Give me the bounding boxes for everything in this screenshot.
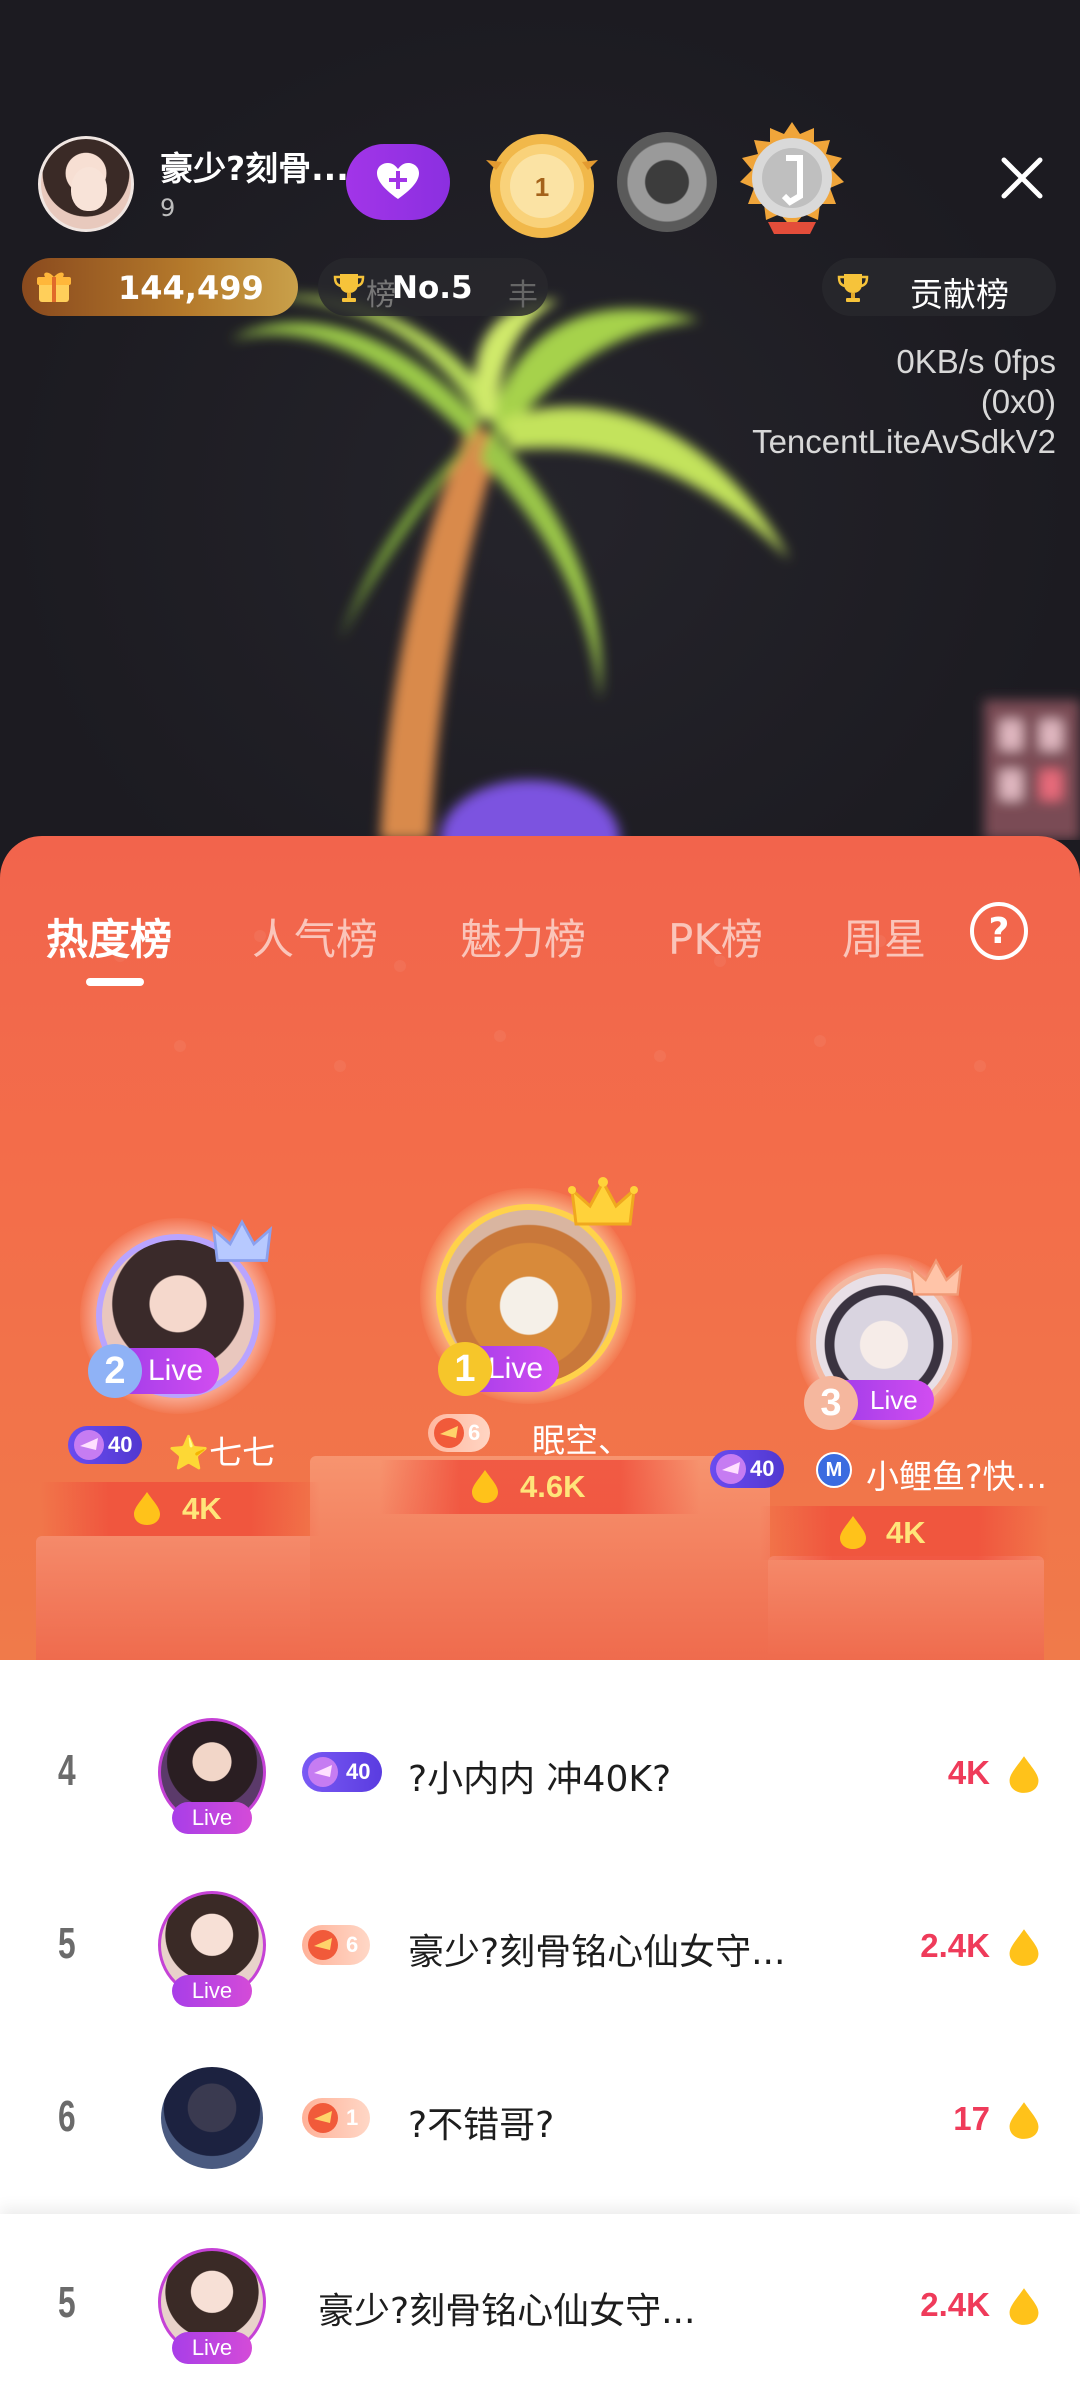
level-gem-icon (308, 1930, 338, 1960)
level-value: 1 (346, 2105, 359, 2130)
my-username: 豪少?刻骨铭心仙女守... (318, 2291, 696, 2332)
podium-second (36, 1536, 326, 1660)
level-badge: 6 (302, 1925, 371, 1965)
gold-medal-icon[interactable]: 1 (482, 130, 602, 242)
close-icon[interactable] (992, 148, 1052, 208)
second-level-badge: 40 (68, 1426, 143, 1464)
flame-drop-icon (1009, 1929, 1039, 1966)
second-rank-number: 2 (88, 1344, 142, 1398)
list-item[interactable]: 5 Live 6 豪少?刻骨铭心仙女守... 2.4K (0, 1867, 1080, 2040)
gift-total-count: 144,499 (118, 269, 264, 307)
debug-sdk: TencentLiteAvSdkV2 (752, 423, 1056, 460)
host-name[interactable]: 豪少?刻骨... (160, 142, 349, 190)
list-score: 2.4K (920, 1927, 990, 1964)
silver-crest-icon[interactable] (730, 118, 854, 242)
gold-crown-icon (568, 1177, 638, 1226)
list-username: ?不错哥? (408, 2105, 555, 2146)
third-rank-number: 3 (804, 1376, 858, 1430)
tab-charm-rank[interactable]: 魅力榜 (460, 906, 586, 967)
gift-icon (37, 272, 71, 302)
debug-resolution: (0x0) (980, 383, 1056, 420)
third-score: 4K (886, 1515, 926, 1550)
silver-crown-icon (211, 1219, 273, 1262)
my-rank-row[interactable]: 5 Live 豪少?刻骨铭心仙女守... 2.4K (0, 2214, 1080, 2400)
third-level-value: 40 (750, 1456, 775, 1481)
level-value: 40 (346, 1759, 371, 1784)
level-value: 6 (346, 1932, 359, 1957)
tab-heat-rank[interactable]: 热度榜 (46, 906, 172, 967)
level-gem-icon (308, 1757, 338, 1787)
flame-drop-icon (1009, 2288, 1039, 2325)
second-score-band (40, 1482, 320, 1536)
first-rank-number: 1 (438, 1342, 492, 1396)
follow-button[interactable] (346, 144, 450, 220)
flame-drop-icon (472, 1470, 498, 1503)
tab-pk-rank[interactable]: PK榜 (668, 906, 763, 967)
live-tag: Live (172, 1975, 252, 2007)
avatar[interactable] (158, 2064, 266, 2172)
gold-medal-number: 1 (535, 172, 549, 202)
flame-drop-icon (840, 1516, 866, 1549)
first-username: 眠空、 (532, 1421, 631, 1460)
host-avatar[interactable] (38, 136, 134, 232)
list-rank-number: 6 (58, 2092, 76, 2141)
list-score: 17 (953, 2100, 990, 2137)
active-tab-indicator (86, 978, 144, 986)
stone-badge-icon[interactable] (617, 132, 717, 232)
first-level-value: 6 (468, 1420, 481, 1445)
list-score: 4K (947, 1754, 990, 1791)
bronze-crown-icon (909, 1258, 963, 1296)
trophy-icon (837, 274, 869, 302)
flame-drop-icon (1009, 1756, 1039, 1793)
list-rank-number: 4 (58, 1746, 76, 1795)
debug-bitrate: 0KB/s 0fps (896, 343, 1056, 380)
list-item[interactable]: 4 Live 40 ?小内内 冲40K? 4K (0, 1694, 1080, 1867)
heart-plus-icon (377, 163, 419, 199)
flame-drop-icon (134, 1492, 160, 1525)
rank-suffix-text: 丰 (508, 278, 538, 313)
first-score: 4.6K (520, 1469, 586, 1504)
trophy-icon (333, 274, 365, 302)
gift-total-pill[interactable]: 144,499 (22, 258, 298, 316)
rank-value: No.5 (392, 270, 473, 306)
contribution-rank-label: 贡献榜 (910, 275, 1009, 314)
ranking-list: 4 Live 40 ?小内内 冲40K? 4K 5 Live 6 豪少?刻骨铭心… (0, 1660, 1080, 2230)
my-score: 2.4K (920, 2286, 990, 2323)
list-item[interactable]: 6 1 ?不错哥? 17 (0, 2040, 1080, 2213)
list-rank-number: 5 (58, 1919, 76, 1968)
hour-rank-pill[interactable]: 榜 No.5 丰 (318, 258, 548, 316)
first-level-badge: 6 (428, 1414, 491, 1452)
stream-debug-info: 0KB/s 0fps (0x0) TencentLiteAvSdkV2 (752, 342, 1056, 462)
second-username: ⭐七七 (168, 1433, 276, 1472)
my-live-tag: Live (172, 2332, 252, 2364)
ranking-panel: 热度榜 人气榜 魅力榜 PK榜 周星 ? Live 1 6 眠空、 4.6K L… (0, 836, 1080, 1660)
third-prefix-badge: M (816, 1452, 852, 1488)
third-username: 小鲤鱼?快... (866, 1457, 1047, 1496)
list-username: ?小内内 冲40K? (408, 1759, 672, 1800)
ranking-tabs: 热度榜 人气榜 魅力榜 PK榜 周星 ? (0, 836, 1080, 996)
tab-weekly-star[interactable]: 周星 (842, 906, 926, 967)
second-score: 4K (182, 1491, 222, 1526)
help-icon[interactable]: ? (970, 902, 1028, 960)
live-room-header: 豪少?刻骨... 9 1 (0, 122, 1080, 242)
level-badge: 1 (302, 2098, 371, 2138)
level-gem-icon (434, 1418, 464, 1448)
level-gem-icon (308, 2103, 338, 2133)
live-tag: Live (172, 1802, 252, 1834)
my-rank-number: 5 (58, 2278, 76, 2327)
list-username: 豪少?刻骨铭心仙女守... (408, 1932, 786, 1973)
level-gem-icon (716, 1454, 746, 1484)
level-gem-icon (74, 1430, 104, 1460)
tab-popularity-rank[interactable]: 人气榜 (252, 906, 378, 967)
second-level-value: 40 (108, 1432, 133, 1457)
host-viewer-count: 9 (160, 194, 176, 222)
contribution-rank-button[interactable]: 贡献榜 (822, 258, 1056, 316)
level-badge: 40 (302, 1752, 383, 1792)
podium-third (768, 1556, 1044, 1660)
third-level-badge: 40 (710, 1450, 785, 1488)
flame-drop-icon (1009, 2102, 1039, 2139)
